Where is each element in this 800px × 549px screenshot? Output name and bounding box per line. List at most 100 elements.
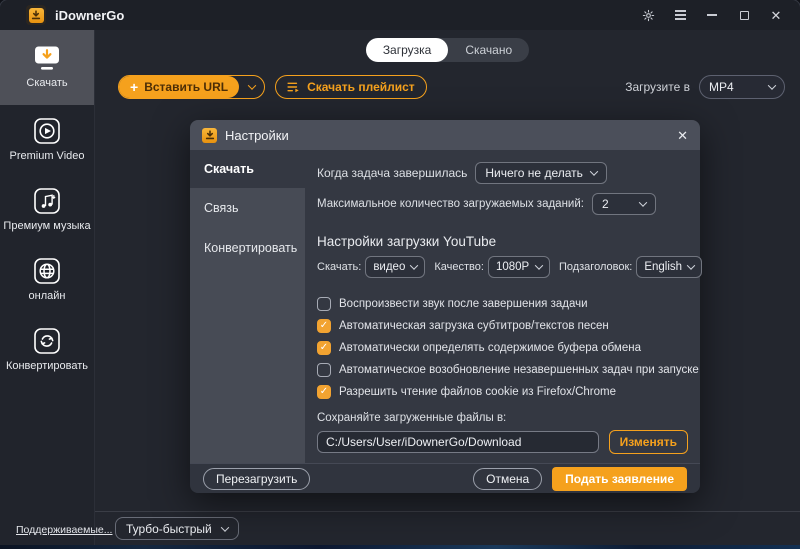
sidebar-item-download[interactable]: Скачать [0, 30, 94, 105]
maximize-icon [739, 10, 749, 20]
dialog-nav: Скачать Связь Конвертировать [190, 150, 305, 463]
chevron-down-icon [534, 261, 544, 270]
checkbox-row-cookies: Разрешить чтение файлов cookie из Firefo… [317, 384, 688, 399]
chevron-down-icon [686, 261, 696, 270]
supported-sites-link[interactable]: Поддерживаемые... [16, 524, 112, 536]
sidebar-item-label: Премиум музыка [3, 220, 91, 233]
music-download-icon [34, 188, 60, 215]
reload-button[interactable]: Перезагрузить [203, 467, 311, 490]
plus-icon: + [130, 79, 139, 95]
yt-download-select[interactable]: видео [365, 256, 426, 278]
tab-downloaded[interactable]: Скачано [448, 38, 529, 62]
chevron-down-icon [247, 81, 256, 90]
minimize-icon [707, 14, 717, 16]
close-icon: ✕ [770, 7, 782, 23]
apply-button[interactable]: Подать заявление [552, 466, 687, 491]
checkbox-auto-subtitles[interactable] [317, 318, 331, 333]
dialog-nav-connection[interactable]: Связь [190, 188, 305, 228]
yt-quality-label: Качество: [434, 261, 484, 273]
format-select[interactable]: MP4 [699, 75, 785, 99]
chevron-down-icon [410, 261, 419, 270]
checkbox-auto-resume[interactable] [317, 362, 331, 377]
download-to-group: Загрузите в MP4 [625, 75, 785, 99]
cancel-button[interactable]: Отмена [473, 467, 543, 490]
gear-icon [642, 9, 654, 21]
task-finished-row: Когда задача завершилась Ничего не делат… [317, 161, 688, 185]
paste-url-main[interactable]: + Вставить URL [119, 76, 240, 98]
playlist-icon [287, 82, 299, 93]
settings-gear-button[interactable] [636, 4, 660, 26]
download-to-label: Загрузите в [625, 80, 690, 94]
checkbox-row-auto-resume: Автоматическое возобновление незавершенн… [317, 362, 699, 377]
checkbox-row-clipboard-detect: Автоматически определять содержимое буфе… [317, 340, 688, 355]
settings-dialog: Настройки ✕ Скачать Связь Конвертировать… [190, 120, 703, 493]
save-path-row: Изменять [317, 430, 688, 454]
youtube-options-row: Скачать: видео Качество: 1080P Подзаголо… [317, 255, 703, 279]
monitor-download-icon [35, 46, 59, 71]
checkbox-play-sound[interactable] [317, 296, 331, 311]
max-downloads-row: Максимальное количество загружаемых зада… [317, 192, 688, 216]
checkbox-row-auto-subtitles: Автоматическая загрузка субтитров/тексто… [317, 318, 688, 333]
yt-download-label: Скачать: [317, 261, 362, 273]
speed-mode-select[interactable]: Турбо-быстрый [115, 517, 239, 540]
chevron-down-icon [220, 522, 229, 532]
sidebar-item-premium-music[interactable]: Премиум музыка [0, 175, 94, 245]
yt-subtitle-select[interactable]: English [636, 256, 703, 278]
taskbar-strip [0, 545, 800, 549]
maximize-button[interactable] [732, 4, 756, 26]
play-icon [34, 118, 60, 145]
download-playlist-button[interactable]: Скачать плейлист [275, 75, 427, 99]
yt-subtitle-label: Подзаголовок: [558, 261, 633, 273]
save-path-input[interactable] [317, 431, 599, 453]
chevron-down-icon [589, 167, 599, 176]
checkbox-list: Воспроизвести звук после завершения зада… [317, 296, 699, 399]
window-title: iDownerGo [55, 7, 125, 23]
dialog-close-button[interactable]: ✕ [677, 129, 688, 142]
titlebar: iDownerGo ✕ [0, 0, 800, 30]
max-downloads-label: Максимальное количество загружаемых зада… [317, 198, 584, 210]
youtube-settings-heading: Настройки загрузки YouTube [317, 234, 497, 249]
task-finished-select[interactable]: Ничего не делать [475, 162, 607, 184]
task-finished-label: Когда задача завершилась [317, 166, 468, 180]
toolbar: + Вставить URL Скачать плейлист Загрузит… [95, 75, 800, 99]
menu-button[interactable] [668, 4, 692, 26]
app-logo-icon [28, 7, 44, 23]
checkbox-clipboard-detect[interactable] [317, 340, 331, 355]
app-window: iDownerGo ✕ Скачать Premium Video Премиу… [0, 0, 800, 549]
convert-arrows-icon [34, 328, 60, 355]
download-tabs: Загрузка Скачано [365, 38, 530, 62]
close-button[interactable]: ✕ [764, 4, 788, 26]
dialog-header: Настройки ✕ [190, 120, 700, 150]
chevron-down-icon [638, 198, 648, 207]
tab-downloading[interactable]: Загрузка [365, 38, 449, 62]
bottom-bar: Турбо-быстрый [95, 511, 800, 545]
yt-quality-select[interactable]: 1080P [487, 256, 550, 278]
sidebar-item-label: онлайн [28, 290, 66, 303]
dialog-nav-download[interactable]: Скачать [190, 150, 305, 188]
save-path-label: Сохраняйте загруженные файлы в: [317, 412, 507, 424]
change-path-button[interactable]: Изменять [608, 430, 688, 454]
minimize-button[interactable] [700, 4, 724, 26]
dialog-app-icon [202, 127, 217, 143]
max-downloads-select[interactable]: 2 [591, 193, 656, 215]
checkbox-cookies[interactable] [317, 384, 331, 399]
dialog-body: Скачать Связь Конвертировать Когда задач… [190, 150, 703, 463]
menu-icon [674, 10, 686, 20]
dialog-footer: Перезагрузить Отмена Подать заявление [190, 463, 700, 493]
paste-url-dropdown-button[interactable] [239, 76, 264, 98]
tabs-row: Загрузка Скачано [95, 30, 800, 62]
app-logo [26, 5, 46, 25]
sidebar-item-convert[interactable]: Конвертировать [0, 315, 94, 385]
dialog-title: Настройки [225, 127, 289, 143]
dialog-content: Когда задача завершилась Ничего не делат… [305, 150, 703, 463]
sidebar-item-online[interactable]: онлайн [0, 245, 94, 315]
dialog-nav-convert[interactable]: Конвертировать [190, 228, 305, 268]
sidebar-item-label: Скачать [26, 77, 68, 90]
sidebar-item-premium-video[interactable]: Premium Video [0, 105, 94, 175]
paste-url-button[interactable]: + Вставить URL [118, 75, 266, 99]
sidebar-item-label: Premium Video [9, 150, 85, 163]
sidebar: Скачать Premium Video Премиум музыка онл… [0, 30, 112, 545]
window-controls: ✕ [636, 4, 788, 26]
chevron-down-icon [767, 81, 777, 90]
sidebar-item-label: Конвертировать [5, 360, 89, 373]
